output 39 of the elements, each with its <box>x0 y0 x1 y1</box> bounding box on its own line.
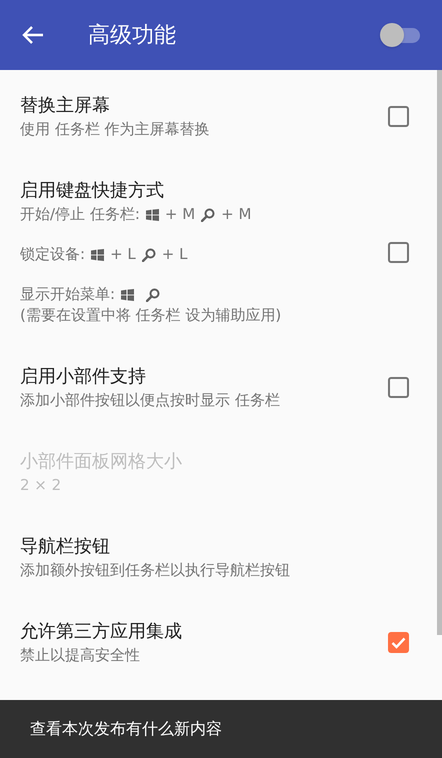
settings-row[interactable]: 替换主屏幕 使用 任务栏 作为主屏幕替换 <box>0 70 437 155</box>
setting-description: 添加小部件按钮以便点按时显示 任务栏 <box>20 390 280 411</box>
search-icon <box>142 248 156 262</box>
checkbox[interactable] <box>388 377 409 398</box>
settings-row[interactable]: 导航栏按钮 添加额外按钮到任务栏以执行导航栏按钮 <box>0 511 437 596</box>
windows-icon <box>146 208 159 220</box>
master-switch[interactable] <box>380 23 420 47</box>
setting-title: 允许第三方应用集成 <box>20 620 183 644</box>
setting-description: 显示开始菜单: <box>20 284 116 305</box>
setting-description: + M <box>221 204 252 225</box>
checkmark-icon <box>391 636 406 648</box>
setting-description: 使用 任务栏 作为主屏幕替换 <box>20 119 210 140</box>
setting-description: (需要在设置中将 任务栏 设为辅助应用) <box>20 305 282 326</box>
setting-title: 小部件面板网格大小 <box>20 450 183 474</box>
screen-title: 高级功能 <box>88 22 177 50</box>
setting-title: 导航栏按钮 <box>20 535 111 559</box>
settings-row[interactable]: 启用小部件支持 添加小部件按钮以便点按时显示 任务栏 <box>0 341 437 426</box>
setting-description: 锁定设备: <box>20 244 86 265</box>
setting-title: 替换主屏幕 <box>20 94 111 118</box>
search-icon <box>201 208 216 222</box>
checkbox[interactable] <box>388 242 409 262</box>
setting-description: + L <box>162 244 188 265</box>
setting-description: 禁止以提高安全性 <box>20 645 140 666</box>
setting-description: 添加额外按钮到任务栏以执行导航栏按钮 <box>20 560 290 581</box>
setting-description: + L <box>110 244 136 265</box>
checkbox[interactable] <box>388 106 409 127</box>
checkbox[interactable] <box>388 632 409 653</box>
setting-description: 开始/停止 任务栏: <box>20 204 140 225</box>
settings-row[interactable]: 启用键盘快捷方式 开始/停止 任务栏: + M + M 锁定设备: + L + L 显示开始菜单: (需要在设置中将 任务栏 设为辅助应用) <box>0 155 437 341</box>
windows-icon <box>121 288 134 300</box>
settings-row[interactable]: 允许第三方应用集成 禁止以提高安全性 <box>0 596 437 681</box>
windows-icon <box>91 248 104 260</box>
whats-new-link[interactable]: 查看本次发布有什么新内容 <box>30 717 222 741</box>
back-arrow-icon[interactable] <box>22 25 44 45</box>
setting-description: + M <box>164 204 196 225</box>
setting-title: 启用小部件支持 <box>20 365 147 389</box>
search-icon <box>146 288 160 302</box>
setting-title: 启用键盘快捷方式 <box>20 179 165 203</box>
setting-description: 2 × 2 <box>20 475 62 496</box>
